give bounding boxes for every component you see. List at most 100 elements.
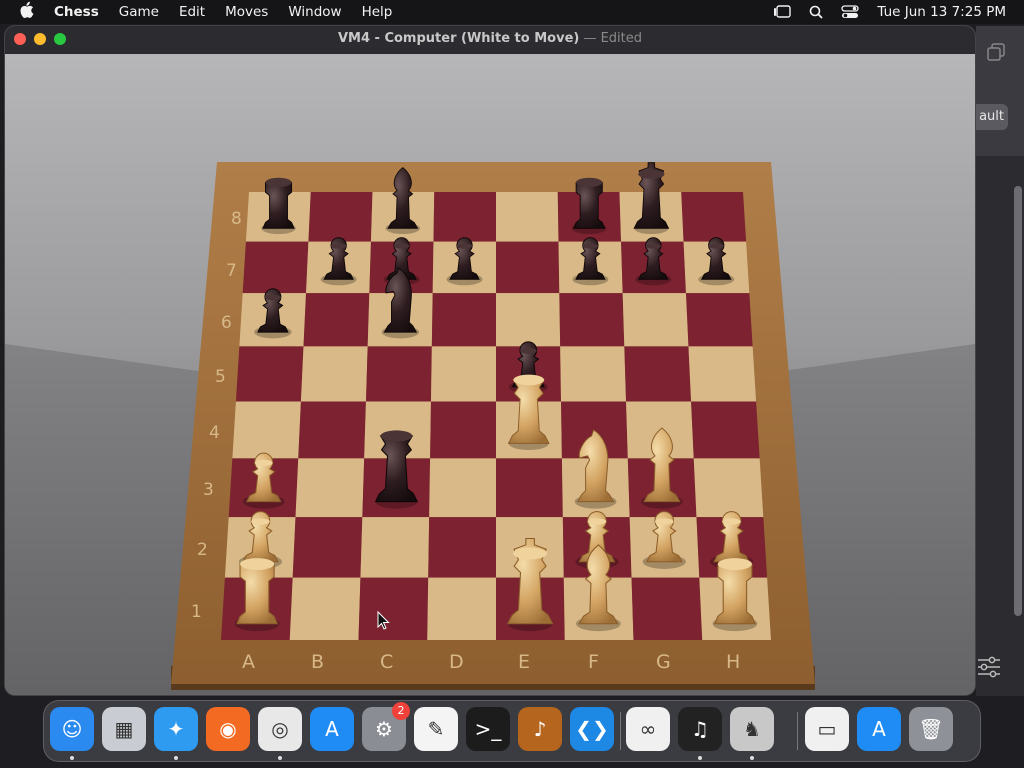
square-b2[interactable]: [292, 517, 363, 578]
file-label-h: H: [726, 651, 740, 673]
dock-firefox-icon[interactable]: ◉: [206, 707, 250, 751]
dock-terminal-icon[interactable]: >_: [466, 707, 510, 751]
dock-icon-glyph: A: [872, 717, 886, 741]
square-h5[interactable]: [688, 346, 757, 402]
piece-top: [519, 347, 537, 354]
piece-top: [251, 518, 270, 525]
square-b1[interactable]: [289, 577, 361, 640]
square-d2[interactable]: [428, 517, 496, 578]
dock-app-store-icon[interactable]: A: [310, 707, 354, 751]
dock-icon-glyph: ⚙: [375, 717, 393, 741]
dock-icon-glyph: ▦: [114, 717, 134, 741]
dock-app-store-download-icon[interactable]: A: [857, 707, 901, 751]
menu-moves[interactable]: Moves: [225, 4, 268, 20]
dock-chrome-icon[interactable]: ◎: [258, 707, 302, 751]
spotlight-search-icon[interactable]: [809, 5, 824, 19]
dock-safari-icon[interactable]: ✦: [154, 707, 198, 751]
square-c1[interactable]: [358, 577, 429, 640]
square-d3[interactable]: [429, 458, 496, 518]
background-window: ault: [970, 26, 1024, 696]
dock-chess-icon[interactable]: ♞: [730, 707, 774, 751]
chess-board-scene[interactable]: 8 7 6 5 4 3 2 1 A B C D E F G H: [5, 54, 975, 695]
rank-label-8: 8: [231, 209, 242, 229]
dock-icon-glyph: 🗑: [918, 717, 944, 741]
square-g6[interactable]: [622, 293, 689, 347]
dock-launchpad-icon[interactable]: ▦: [102, 707, 146, 751]
board-area[interactable]: 8 7 6 5 4 3 2 1 A B C D E F G H: [5, 54, 975, 695]
square-g5[interactable]: [624, 346, 692, 402]
rank-label-1: 1: [191, 602, 202, 622]
piece-top: [638, 169, 665, 179]
rank-label-6: 6: [221, 313, 232, 333]
file-label-d: D: [449, 651, 464, 673]
dock-vs-code-icon[interactable]: ❮❯: [570, 707, 614, 751]
duplicate-icon[interactable]: [986, 42, 1006, 66]
square-d5[interactable]: [430, 346, 496, 402]
square-d4[interactable]: [430, 401, 496, 459]
square-e8[interactable]: [496, 192, 559, 242]
square-b8[interactable]: [308, 192, 373, 242]
dock-piano-icon[interactable]: ♫: [678, 707, 722, 751]
square-h6[interactable]: [685, 293, 753, 347]
square-d1[interactable]: [427, 577, 496, 640]
square-h3[interactable]: [693, 458, 764, 518]
running-indicator: [750, 756, 754, 760]
dock-system-settings-icon[interactable]: ⚙ 2: [362, 702, 410, 751]
dock-garageband-icon[interactable]: ♪: [518, 707, 562, 751]
background-window-scrollbar[interactable]: [1014, 186, 1022, 616]
minimize-window-button[interactable]: [34, 33, 46, 45]
menu-help[interactable]: Help: [362, 4, 393, 20]
close-window-button[interactable]: [14, 33, 26, 45]
dock-chrome-window-icon[interactable]: ▭: [805, 707, 849, 751]
square-b5[interactable]: [300, 346, 368, 402]
square-a5[interactable]: [235, 346, 304, 402]
square-d8[interactable]: [433, 192, 496, 242]
dock-icon-glyph: ☺: [61, 717, 83, 741]
square-a4[interactable]: [232, 401, 301, 459]
dock-trash-icon[interactable]: 🗑: [909, 707, 953, 751]
dock-icon-glyph: ∞: [639, 717, 657, 741]
board-squares[interactable]: [221, 192, 771, 640]
sliders-icon[interactable]: [976, 654, 1002, 684]
square-e6[interactable]: [496, 293, 561, 347]
apple-icon[interactable]: [18, 1, 36, 23]
square-e3[interactable]: [496, 458, 563, 518]
title-bar[interactable]: VM4 - Computer (White to Move) — Edited: [5, 26, 975, 54]
piece-top: [456, 243, 473, 249]
dock-icon-glyph: ♫: [691, 717, 709, 741]
dock-textedit-icon[interactable]: ✎: [414, 707, 458, 751]
dock-icon-glyph: ❮❯: [575, 717, 609, 741]
rank-label-7: 7: [226, 261, 237, 281]
document-edited-status: Edited: [600, 31, 643, 46]
control-center-icon[interactable]: [841, 5, 860, 19]
rank-label-4: 4: [209, 423, 220, 443]
dock-finder-icon[interactable]: ☺: [50, 707, 94, 751]
square-b4[interactable]: [298, 401, 366, 459]
square-f6[interactable]: [559, 293, 625, 347]
square-h8[interactable]: [681, 192, 747, 242]
stage-manager-icon[interactable]: [773, 5, 792, 19]
square-c2[interactable]: [360, 517, 430, 578]
zoom-window-button[interactable]: [54, 33, 66, 45]
square-b6[interactable]: [303, 293, 370, 347]
rank-label-5: 5: [215, 367, 226, 387]
square-d6[interactable]: [431, 293, 496, 347]
running-indicator: [174, 756, 178, 760]
square-f5[interactable]: [560, 346, 627, 402]
square-c5[interactable]: [365, 346, 432, 402]
square-b3[interactable]: [295, 458, 365, 518]
menu-edit[interactable]: Edit: [179, 4, 205, 20]
menu-bar-clock[interactable]: Tue Jun 13 7:25 PM: [877, 4, 1006, 20]
square-h4[interactable]: [691, 401, 760, 459]
piece-top: [654, 518, 674, 525]
background-window-button[interactable]: ault: [970, 104, 1008, 130]
menu-app-chess[interactable]: Chess: [54, 4, 99, 20]
square-a7[interactable]: [242, 241, 309, 294]
square-g1[interactable]: [631, 577, 703, 640]
dock-visual-studio-icon[interactable]: ∞: [626, 707, 670, 751]
piece-top: [513, 547, 548, 560]
square-e7[interactable]: [496, 241, 560, 294]
menu-game[interactable]: Game: [119, 4, 159, 20]
piece-top: [240, 558, 275, 571]
menu-window[interactable]: Window: [288, 4, 341, 20]
